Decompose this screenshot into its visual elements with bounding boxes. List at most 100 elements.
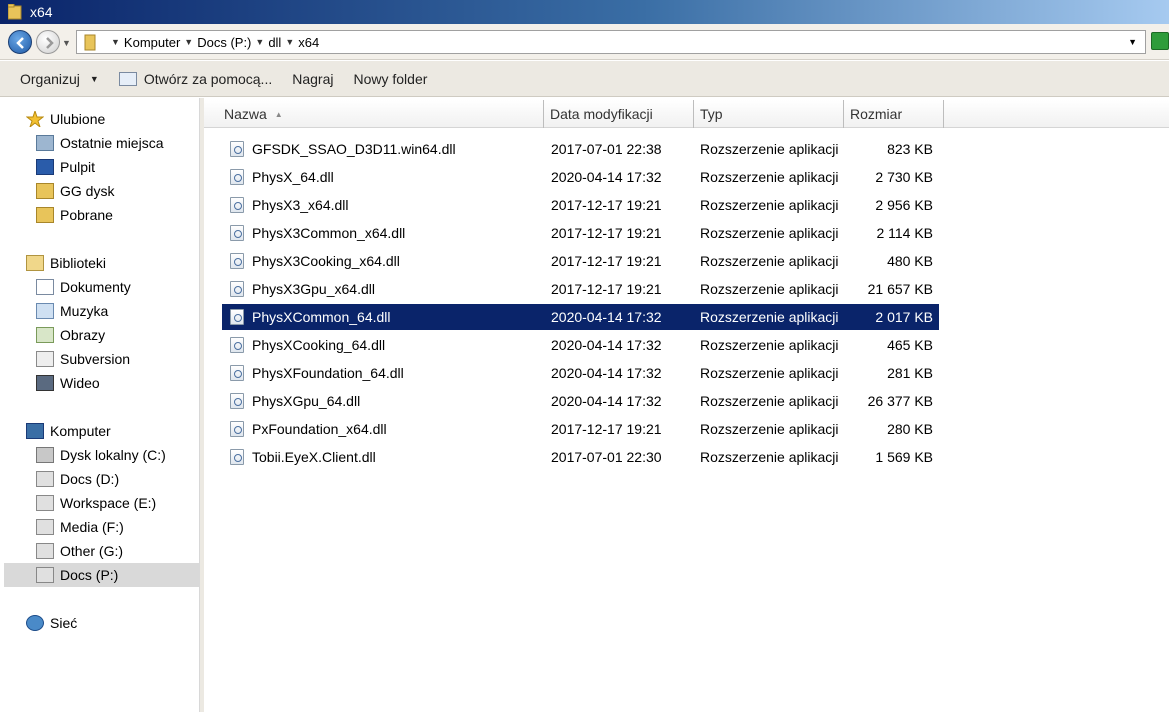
dll-file-icon (230, 225, 244, 241)
drive-icon (36, 495, 54, 511)
file-row[interactable]: GFSDK_SSAO_D3D11.win64.dll 2017-07-01 22:… (222, 136, 939, 162)
burn-button[interactable]: Nagraj (292, 71, 333, 87)
refresh-icon[interactable] (1151, 32, 1169, 50)
drive-icon (36, 519, 54, 535)
nav-video[interactable]: Wideo (4, 371, 200, 395)
nav-drive-e[interactable]: Workspace (E:) (4, 491, 200, 515)
chevron-down-icon[interactable]: ▼ (184, 37, 193, 47)
breadcrumb-docs-p[interactable]: ▼ Docs (P:) (184, 35, 251, 50)
dll-file-icon (230, 141, 244, 157)
nav-drive-c[interactable]: Dysk lokalny (C:) (4, 443, 200, 467)
file-name-cell: PhysX3_x64.dll (222, 192, 349, 218)
address-bar: ▼ ▼ Komputer ▼ Docs (P:) ▼ dll ▼ x64 ▼ (0, 24, 1169, 60)
pictures-icon (36, 327, 54, 343)
file-row[interactable]: PxFoundation_x64.dll 2017-12-17 19:21 Rozs… (222, 416, 939, 442)
file-name: PhysXCooking_64.dll (252, 337, 386, 353)
file-row[interactable]: PhysX3Gpu_x64.dll 2017-12-17 19:21 Rozszer… (222, 276, 939, 302)
drive-icon (36, 447, 54, 463)
file-date: 2020-04-14 17:32 (551, 169, 662, 185)
recent-places-icon (36, 135, 54, 151)
file-row[interactable]: PhysXFoundation_64.dll 2020-04-14 17:32 Ro… (222, 360, 939, 386)
breadcrumb-x64[interactable]: ▼ x64 (285, 35, 319, 50)
file-name-cell: Tobii.EyeX.Client.dll (222, 444, 376, 470)
nav-favorites[interactable]: Ulubione (4, 107, 200, 131)
column-header-size[interactable]: Rozmiar (844, 100, 944, 128)
drive-icon (36, 543, 54, 559)
nav-libraries[interactable]: Biblioteki (4, 251, 200, 275)
file-name: PhysXFoundation_64.dll (252, 365, 404, 381)
file-type: Rozszerzenie aplikacji (700, 337, 839, 353)
column-header-date[interactable]: Data modyfikacji (544, 100, 694, 128)
breadcrumb-dll[interactable]: ▼ dll (255, 35, 281, 50)
file-row[interactable]: PhysX3Common_x64.dll 2017-12-17 19:21 Rozs… (222, 220, 939, 246)
desktop-icon (36, 159, 54, 175)
chevron-down-icon[interactable]: ▼ (285, 37, 294, 47)
file-name: PhysXGpu_64.dll (252, 393, 361, 409)
nav-documents[interactable]: Dokumenty (4, 275, 200, 299)
navigation-pane[interactable]: Ulubione Ostatnie miejsca Pulpit GG dysk… (4, 98, 200, 712)
nav-downloads[interactable]: Pobrane (4, 203, 200, 227)
file-type: Rozszerzenie aplikacji (700, 309, 839, 325)
file-name: PhysX_64.dll (252, 169, 334, 185)
nav-computer[interactable]: Komputer (4, 419, 200, 443)
file-row[interactable]: PhysXCooking_64.dll 2020-04-14 17:32 Rozsz… (222, 332, 939, 358)
nav-drive-g[interactable]: Other (G:) (4, 539, 200, 563)
file-row[interactable]: PhysXGpu_64.dll 2020-04-14 17:32 Rozszerze… (222, 388, 939, 414)
drive-icon (36, 567, 54, 583)
folder-icon (84, 34, 96, 51)
downloads-icon (36, 207, 54, 223)
file-row[interactable]: PhysXCommon_64.dll 2020-04-14 17:32 Rozsze… (222, 304, 939, 330)
nav-network[interactable]: Sieć (4, 611, 200, 635)
file-row[interactable]: Tobii.EyeX.Client.dll 2017-07-01 22:30 Roz… (222, 444, 939, 470)
file-size: 480 KB (887, 253, 933, 269)
breadcrumb-komputer[interactable]: ▼ Komputer (111, 35, 180, 50)
address-dropdown-icon[interactable]: ▼ (1128, 37, 1137, 47)
column-header-type[interactable]: Typ (694, 100, 844, 128)
file-row[interactable]: PhysX3Cooking_x64.dll 2017-12-17 19:21 Roz… (222, 248, 939, 274)
dll-file-icon (230, 197, 244, 213)
chevron-down-icon[interactable]: ▼ (255, 37, 264, 47)
chevron-down-icon: ▼ (89, 73, 99, 84)
file-name-cell: PhysX_64.dll (222, 164, 334, 190)
column-header-name[interactable]: Nazwa ▲ (218, 100, 544, 128)
chevron-down-icon[interactable]: ▼ (111, 37, 120, 47)
file-date: 2017-12-17 19:21 (551, 421, 662, 437)
file-date: 2020-04-14 17:32 (551, 337, 662, 353)
file-size: 281 KB (887, 365, 933, 381)
file-type: Rozszerzenie aplikacji (700, 169, 839, 185)
file-row[interactable]: PhysX3_x64.dll 2017-12-17 19:21 Rozszerzen… (222, 192, 939, 218)
file-row[interactable]: PhysX_64.dll 2020-04-14 17:32 Rozszerzenie… (222, 164, 939, 190)
file-name: PhysX3_x64.dll (252, 197, 349, 213)
open-with-button[interactable]: Otwórz za pomocą... (118, 71, 272, 87)
file-type: Rozszerzenie aplikacji (700, 393, 839, 409)
file-name: Tobii.EyeX.Client.dll (252, 449, 376, 465)
nav-gg-drive[interactable]: GG dysk (4, 179, 200, 203)
file-name-cell: PhysX3Gpu_x64.dll (222, 276, 375, 302)
new-folder-button[interactable]: Nowy folder (353, 71, 427, 87)
dll-file-icon (230, 449, 244, 465)
nav-desktop[interactable]: Pulpit (4, 155, 200, 179)
recent-pages-dropdown[interactable]: ▼ (62, 38, 71, 48)
file-type: Rozszerzenie aplikacji (700, 253, 839, 269)
nav-drive-p[interactable]: Docs (P:) (4, 563, 200, 587)
file-type: Rozszerzenie aplikacji (700, 421, 839, 437)
nav-subversion[interactable]: Subversion (4, 347, 200, 371)
nav-music[interactable]: Muzyka (4, 299, 200, 323)
forward-button[interactable] (36, 30, 60, 54)
dll-file-icon (230, 169, 244, 185)
file-date: 2020-04-14 17:32 (551, 309, 662, 325)
file-size: 280 KB (887, 421, 933, 437)
nav-drive-d[interactable]: Docs (D:) (4, 467, 200, 491)
nav-pictures[interactable]: Obrazy (4, 323, 200, 347)
organize-button[interactable]: Organizuj ▼ (20, 71, 99, 87)
back-arrow-icon (16, 37, 24, 49)
file-type: Rozszerzenie aplikacji (700, 141, 839, 157)
file-list[interactable]: Nazwa ▲ Data modyfikacji Typ Rozmiar GFS… (204, 98, 1169, 712)
file-date: 2017-12-17 19:21 (551, 225, 662, 241)
libraries-icon (26, 255, 44, 271)
nav-recent-places[interactable]: Ostatnie miejsca (4, 131, 200, 155)
nav-drive-f[interactable]: Media (F:) (4, 515, 200, 539)
address-field[interactable]: ▼ Komputer ▼ Docs (P:) ▼ dll ▼ x64 ▼ (76, 30, 1146, 54)
back-button[interactable] (8, 30, 32, 54)
file-name: PhysXCommon_64.dll (252, 309, 391, 325)
